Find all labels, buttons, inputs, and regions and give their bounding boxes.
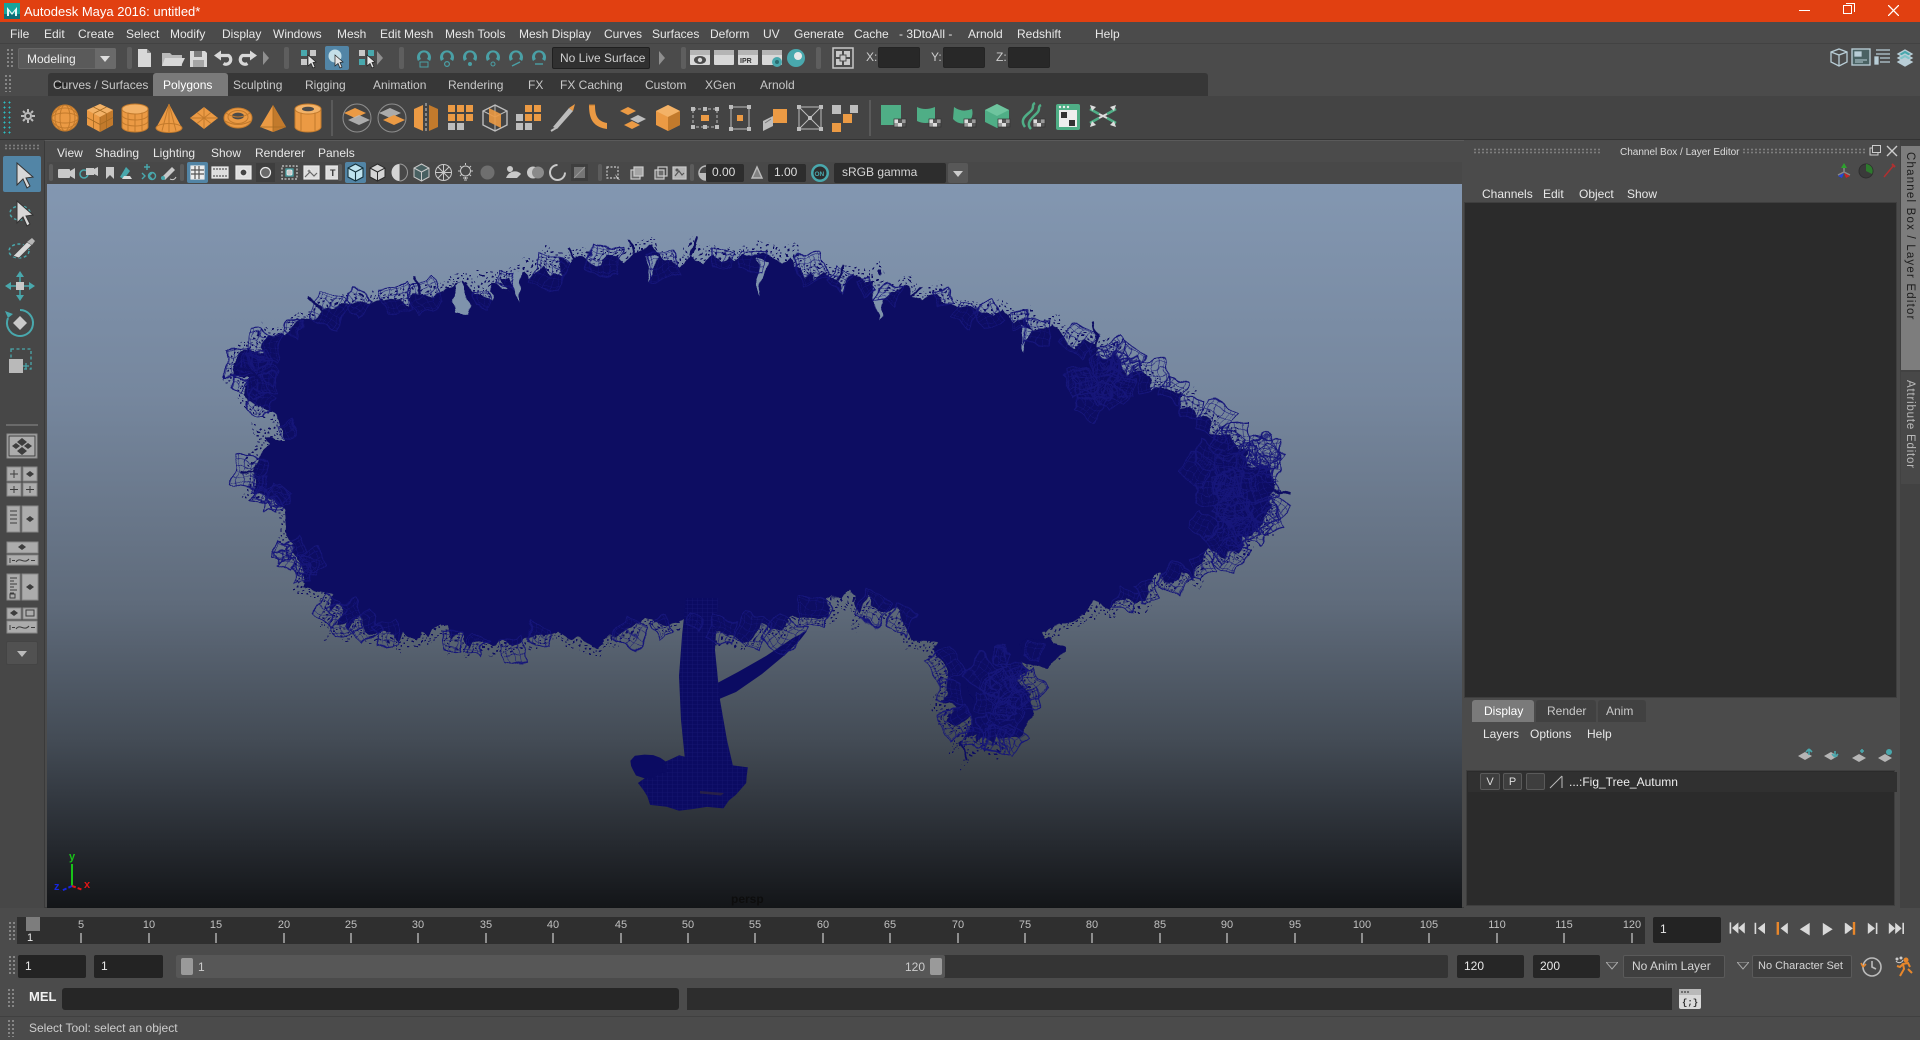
svg-text:ON: ON [815,171,825,178]
svg-text:IPR: IPR [740,58,752,65]
svg-text:y: y [69,851,76,863]
svg-text:persp: persp [731,892,764,906]
svg-text:{;}: {;} [1682,998,1698,1008]
svg-text:x: x [84,879,91,891]
svg-text:z: z [54,881,60,893]
svg-text:T: T [330,168,336,178]
